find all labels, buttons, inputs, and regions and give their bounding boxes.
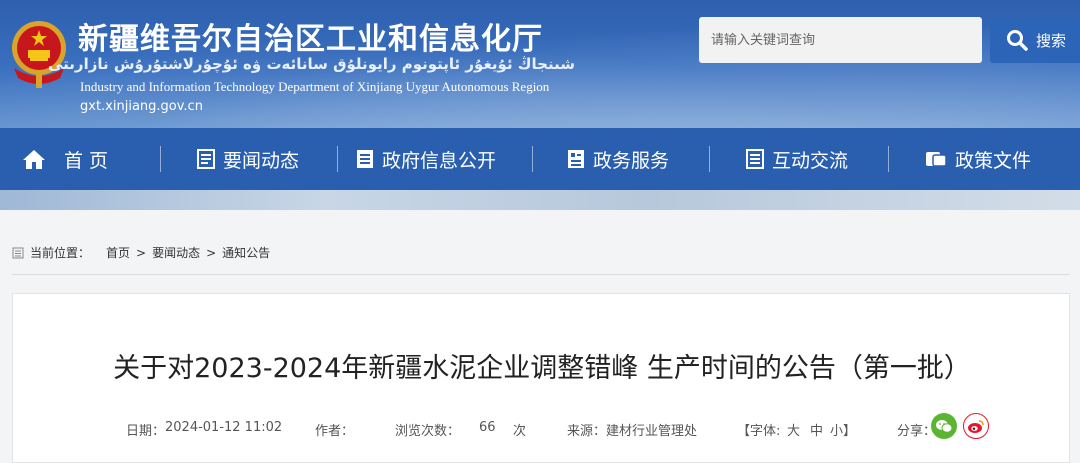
font-size-large[interactable]: 大 [787,420,800,439]
article-title: 关于对2023-2024年新疆水泥企业调整错峰 生产时间的公告（第一批） [113,353,971,384]
search-button[interactable]: 搜索 [990,17,1080,63]
nav-divider [337,146,338,172]
author-label: 作者： [315,424,355,439]
site-header: 新疆维吾尔自治区工业和信息化厅 شىنجاڭ ئۇيغۇر ئاپتونوم ر… [0,0,1080,128]
weibo-icon [968,419,984,433]
breadcrumb-link-news[interactable]: 要闻动态 [152,244,200,261]
share-label: 分享： [897,424,937,439]
site-title-chinese: 新疆维吾尔自治区工业和信息化厅 [78,22,543,57]
info-icon [357,150,373,168]
policy-icon [926,152,947,167]
wechat-share-icon[interactable] [931,413,957,439]
views-unit: 次 [513,424,527,439]
nav-item-gov-info[interactable]: 政府信息公开 [356,128,532,190]
nav-divider [160,146,161,172]
weibo-share-icon[interactable] [963,413,989,439]
breadcrumb-link-notices[interactable]: 通知公告 [222,244,270,261]
national-emblem-icon [12,21,66,88]
home-icon [23,150,45,169]
nav-label-home: 首 页 [64,149,109,172]
nav-label-policy: 政策文件 [955,149,1032,172]
nav-item-home[interactable]: 首 页 [22,128,160,190]
nav-divider [888,146,889,172]
decorative-banner-strip [0,190,1080,210]
views-label: 浏览次数： [395,424,461,439]
wechat-icon [936,419,953,433]
font-size-small[interactable]: 小】 [830,420,856,439]
nav-divider [532,146,533,172]
nav-divider [709,146,710,172]
search-input[interactable] [699,17,982,63]
font-size-label: 【字体: [737,424,781,439]
nav-label-interaction: 互动交流 [772,149,849,172]
news-icon [197,149,215,169]
nav-item-interaction[interactable]: 互动交流 [746,128,888,190]
location-icon [12,247,24,258]
nav-item-news[interactable]: 要闻动态 [197,128,337,190]
main-nav: 首 页 要闻动态 政府信息公开 政务服务 互动交流 政策文件 [0,128,1080,190]
breadcrumb-divider [12,274,1070,275]
site-domain: gxt.xinjiang.gov.cn [80,99,203,114]
article-card: 关于对2023-2024年新疆水泥企业调整错峰 生产时间的公告（第一批） 日期：… [12,293,1070,463]
source-label: 来源： [567,424,607,439]
site-title-english: Industry and Information Technology Depa… [80,79,550,94]
breadcrumb: 当前位置： 首页 > 要闻动态 > 通知公告 [12,244,270,261]
breadcrumb-label: 当前位置： [30,246,91,260]
nav-label-news: 要闻动态 [223,149,300,172]
nav-label-gov-info: 政府信息公开 [382,149,497,172]
search-button-label: 搜索 [1036,31,1067,50]
date-label: 日期： [126,424,166,439]
interaction-icon [746,149,764,169]
nav-item-services[interactable]: 政务服务 [567,128,709,190]
view-count: 66 [479,420,496,435]
service-icon [568,150,584,168]
font-size-medium[interactable]: 中 [810,420,823,439]
breadcrumb-link-home[interactable]: 首页 [106,244,130,261]
breadcrumb-separator: > [136,245,147,260]
article-source: 建材行业管理处 [606,424,698,439]
site-title-uyghur: شىنجاڭ ئۇيغۇر ئاپتونوم رايونلۇق سانائەت … [48,55,575,73]
breadcrumb-separator: > [206,245,217,260]
search-icon [1007,30,1028,51]
nav-label-services: 政务服务 [593,149,670,172]
nav-item-policy[interactable]: 政策文件 [925,128,1045,190]
publish-date: 2024-01-12 11:02 [165,420,283,435]
